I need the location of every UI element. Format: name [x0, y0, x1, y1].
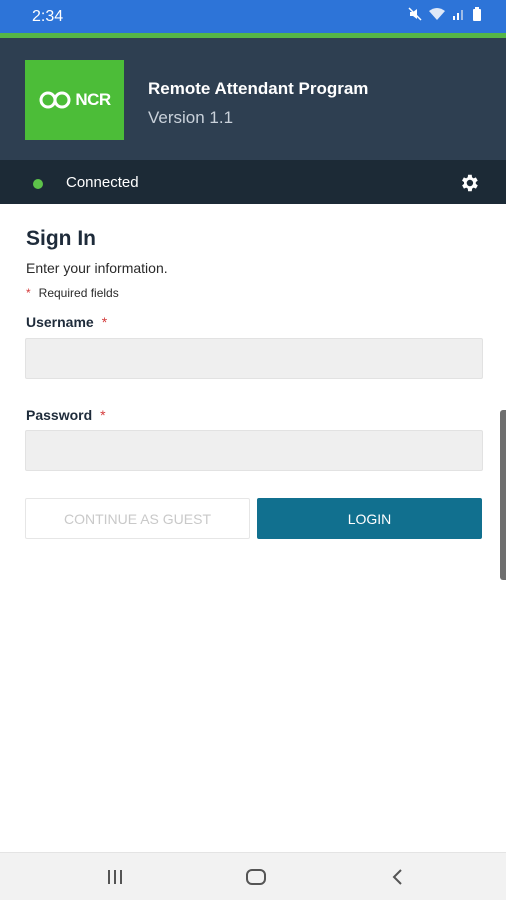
home-icon[interactable]	[244, 865, 268, 889]
back-icon[interactable]	[386, 865, 410, 889]
sign-in-title: Sign In	[26, 227, 96, 250]
username-required-star: *	[101, 314, 108, 330]
app-header: NCR Remote Attendant Program Version 1.1	[0, 38, 506, 160]
status-bar: 2:34	[0, 0, 506, 33]
app-title: Remote Attendant Program	[148, 79, 369, 98]
ncr-logo-mark-icon	[39, 91, 71, 109]
signal-icon	[452, 7, 466, 26]
password-label-text: Password	[26, 407, 93, 423]
scroll-indicator[interactable]	[500, 410, 506, 580]
connection-status: Connected	[66, 174, 139, 191]
password-required-star: *	[100, 407, 106, 423]
username-field[interactable]	[25, 338, 483, 379]
connection-bar: Connected	[0, 160, 506, 204]
mute-icon	[408, 7, 422, 26]
recents-icon[interactable]	[103, 865, 127, 889]
ncr-logo: NCR	[25, 60, 124, 140]
wifi-icon	[428, 7, 446, 26]
status-time: 2:34	[32, 7, 64, 25]
password-field[interactable]	[25, 430, 483, 471]
username-label-text: Username	[26, 314, 94, 330]
required-fields-text: Required fields	[38, 286, 119, 300]
app-version: Version 1.1	[148, 108, 234, 127]
continue-as-guest-button[interactable]: CONTINUE AS GUEST	[25, 498, 250, 539]
battery-icon	[472, 7, 482, 26]
username-label: Username *	[26, 314, 107, 330]
required-fields-note: * Required fields	[26, 286, 119, 300]
navigation-bar	[0, 852, 506, 900]
sign-in-subtitle: Enter your information.	[26, 260, 168, 276]
logo-text: NCR	[75, 90, 111, 109]
required-star: *	[26, 286, 31, 300]
password-label: Password *	[26, 407, 106, 423]
status-icons	[408, 7, 482, 26]
gear-icon[interactable]	[458, 172, 480, 194]
connection-status-dot	[33, 179, 43, 189]
login-button[interactable]: LOGIN	[257, 498, 482, 539]
